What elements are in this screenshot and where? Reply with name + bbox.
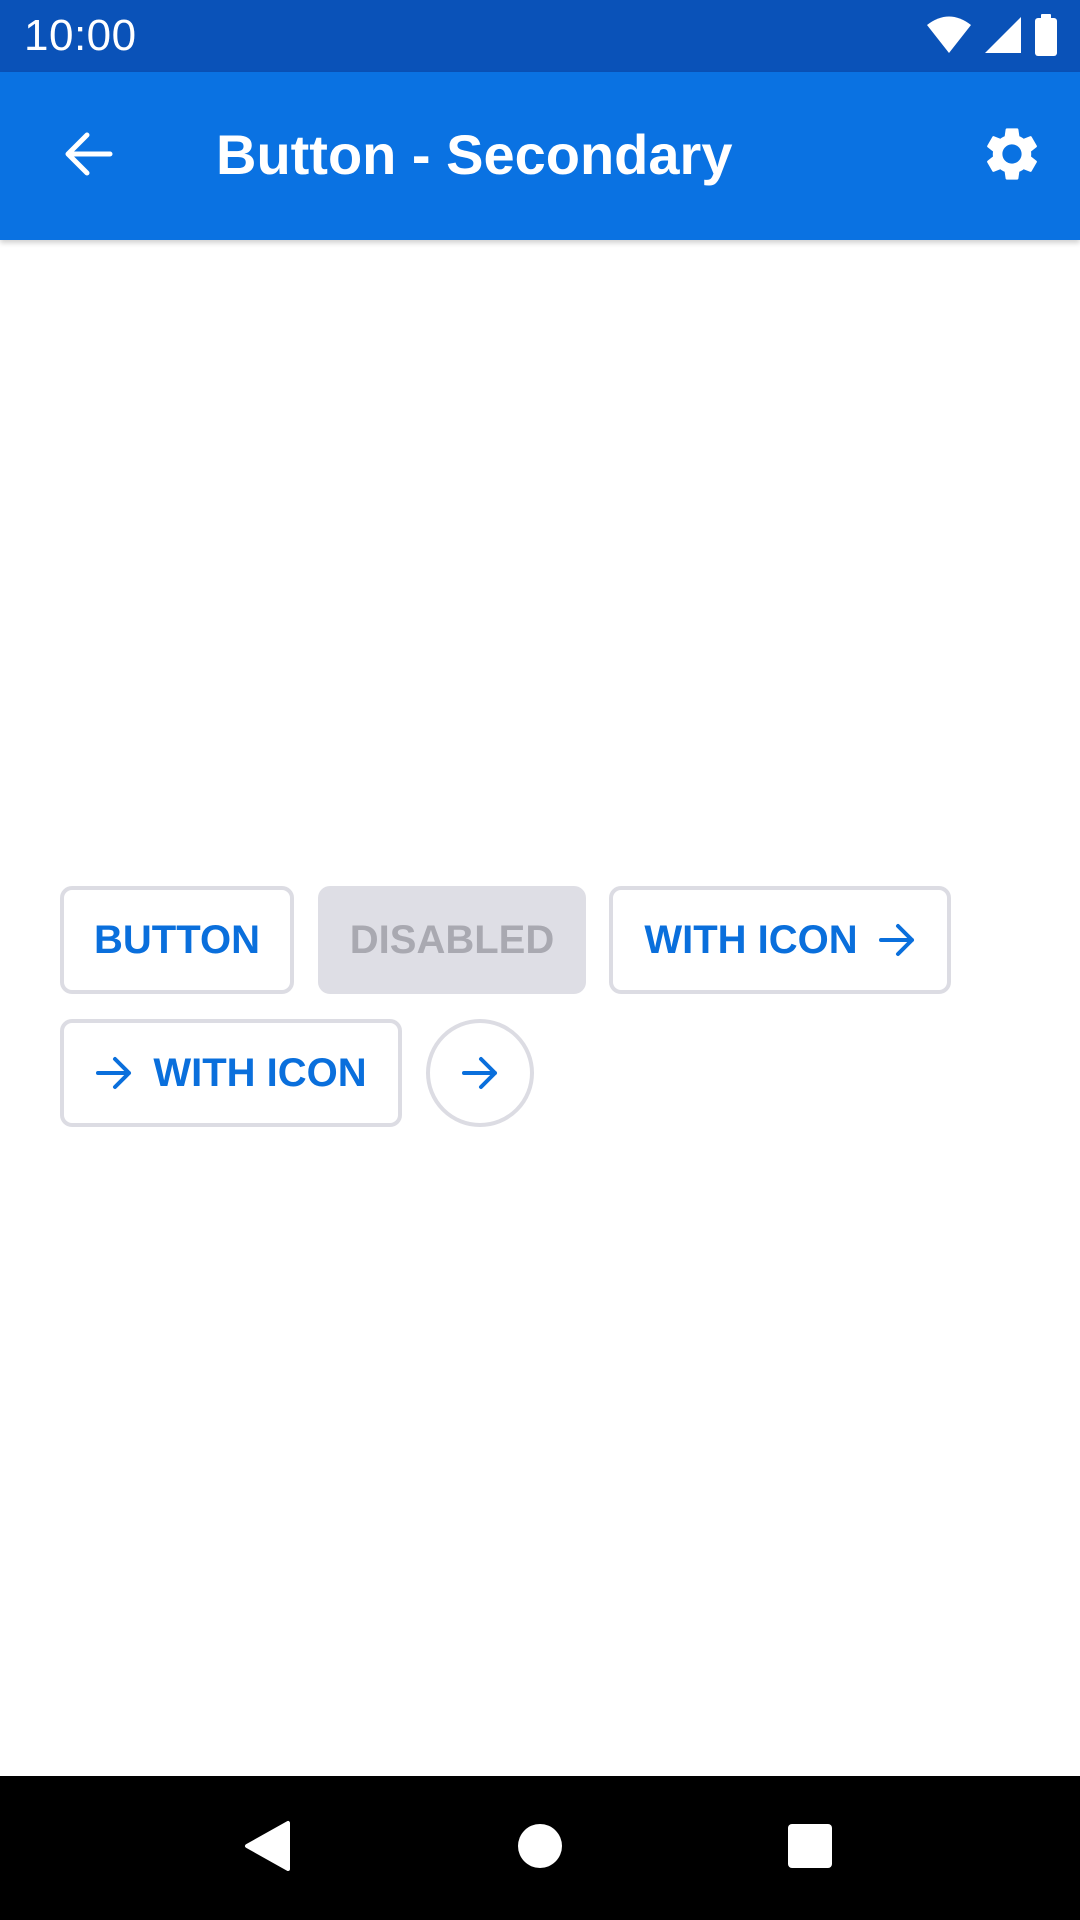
with-icon-leading-button[interactable]: WITH ICON bbox=[60, 1019, 402, 1127]
app-bar: Button - Secondary bbox=[0, 72, 1080, 240]
status-icons bbox=[926, 14, 1058, 56]
disabled-button-label: DISABLED bbox=[349, 917, 555, 962]
home-circle-icon bbox=[517, 1823, 563, 1874]
status-time: 10:00 bbox=[24, 11, 137, 60]
button[interactable]: BUTTON bbox=[60, 886, 294, 994]
settings-button[interactable] bbox=[968, 112, 1056, 200]
wifi-icon bbox=[926, 16, 972, 54]
gear-icon bbox=[980, 122, 1044, 191]
arrow-right-icon bbox=[878, 921, 916, 959]
navigation-bar bbox=[0, 1776, 1080, 1920]
nav-back-button[interactable] bbox=[217, 1798, 317, 1898]
disabled-button: DISABLED bbox=[318, 886, 586, 994]
page-title: Button - Secondary bbox=[216, 123, 733, 186]
with-icon-leading-label: WITH ICON bbox=[153, 1050, 367, 1095]
arrow-right-icon bbox=[95, 1054, 133, 1092]
nav-home-button[interactable] bbox=[490, 1798, 590, 1898]
with-icon-trailing-label: WITH ICON bbox=[644, 917, 858, 962]
back-triangle-icon bbox=[243, 1820, 291, 1877]
button-label: BUTTON bbox=[94, 917, 260, 962]
screen: 10:00 Button - Secondary BUTTON DISABLED… bbox=[0, 0, 1080, 1920]
arrow-left-icon bbox=[62, 128, 114, 185]
recents-square-icon bbox=[787, 1823, 833, 1874]
status-bar: 10:00 bbox=[0, 0, 1080, 72]
back-button[interactable] bbox=[44, 112, 132, 200]
cellular-signal-icon bbox=[984, 16, 1022, 54]
with-icon-trailing-button[interactable]: WITH ICON bbox=[609, 886, 951, 994]
icon-only-button[interactable] bbox=[426, 1019, 534, 1127]
battery-icon bbox=[1034, 14, 1058, 56]
nav-recents-button[interactable] bbox=[760, 1798, 860, 1898]
arrow-right-icon bbox=[461, 1054, 499, 1092]
